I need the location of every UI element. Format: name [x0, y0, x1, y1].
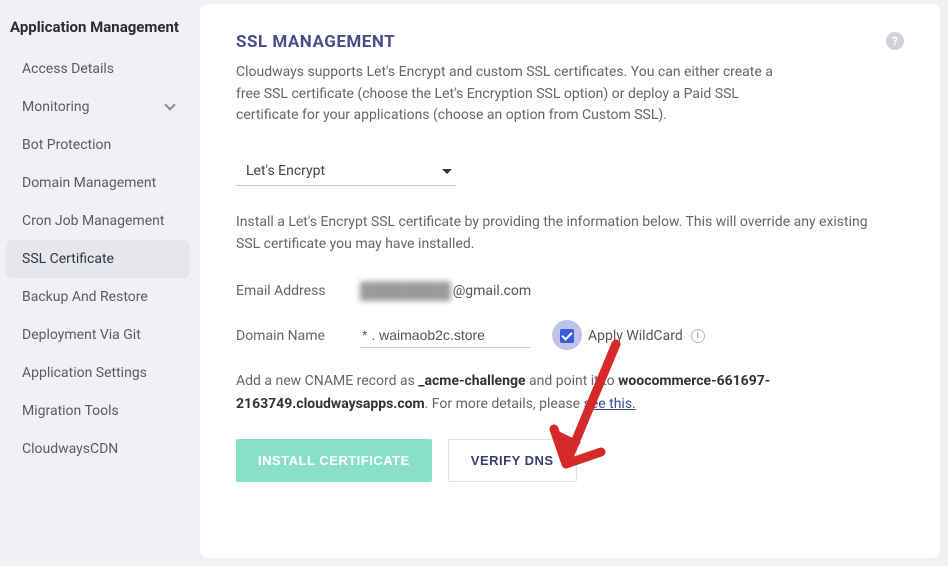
sidebar-item-label: Domain Management	[22, 175, 156, 191]
sidebar-item-application-settings[interactable]: Application Settings	[6, 354, 190, 392]
cname-record: _acme-challenge	[418, 373, 525, 389]
install-instructions: Install a Let's Encrypt SSL certificate …	[236, 212, 876, 255]
sidebar-item-cloudwayscdn[interactable]: CloudwaysCDN	[6, 430, 190, 468]
ssl-type-value: Let's Encrypt	[246, 163, 325, 179]
email-suffix: @gmail.com	[451, 283, 531, 299]
sidebar-item-ssl-certificate[interactable]: SSL Certificate	[6, 240, 190, 278]
sidebar-item-label: Migration Tools	[22, 403, 119, 419]
sidebar-item-label: Cron Job Management	[22, 213, 164, 229]
cname-instructions: Add a new CNAME record as _acme-challeng…	[236, 370, 876, 415]
wildcard-label: Apply WildCard	[588, 328, 683, 344]
sidebar-item-access-details[interactable]: Access Details	[6, 50, 190, 88]
sidebar-item-label: CloudwaysCDN	[22, 441, 118, 457]
sidebar-item-monitoring[interactable]: Monitoring	[6, 88, 190, 126]
sidebar-item-cron-job-management[interactable]: Cron Job Management	[6, 202, 190, 240]
email-label: Email Address	[236, 283, 360, 299]
install-certificate-button[interactable]: INSTALL CERTIFICATE	[236, 439, 432, 482]
sidebar-item-migration-tools[interactable]: Migration Tools	[6, 392, 190, 430]
sidebar-item-bot-protection[interactable]: Bot Protection	[6, 126, 190, 164]
cname-prefix: Add a new CNAME record as	[236, 373, 418, 389]
sidebar-title: Application Management	[0, 12, 196, 50]
cname-mid: and point it to	[526, 373, 619, 389]
sidebar-item-backup-and-restore[interactable]: Backup And Restore	[6, 278, 190, 316]
sidebar-item-label: Backup And Restore	[22, 289, 148, 305]
sidebar-item-deployment-via-git[interactable]: Deployment Via Git	[6, 316, 190, 354]
domain-label: Domain Name	[236, 328, 360, 344]
sidebar-item-domain-management[interactable]: Domain Management	[6, 164, 190, 202]
domain-input[interactable]	[360, 323, 530, 348]
sidebar-item-label: Monitoring	[22, 99, 90, 115]
info-icon[interactable]: i	[691, 329, 705, 343]
sidebar: Application Management Access Details Mon…	[0, 0, 196, 566]
button-row: INSTALL CERTIFICATE VERIFY DNS	[236, 439, 904, 482]
help-icon[interactable]: ?	[886, 32, 904, 50]
sidebar-item-label: Application Settings	[22, 365, 147, 381]
arrow-annotation-icon	[526, 334, 636, 514]
page-title: SSL MANAGEMENT	[236, 32, 904, 52]
sidebar-item-label: Bot Protection	[22, 137, 111, 153]
verify-dns-button[interactable]: VERIFY DNS	[448, 439, 577, 482]
wildcard-checkbox[interactable]	[560, 329, 574, 343]
email-masked-value: ████████	[360, 281, 451, 301]
chevron-down-icon	[164, 99, 175, 110]
domain-field-row: Domain Name Apply WildCard i	[236, 323, 904, 348]
wildcard-checkbox-wrap[interactable]: Apply WildCard i	[560, 328, 705, 344]
see-this-link[interactable]: see this.	[584, 396, 636, 412]
ssl-type-select[interactable]: Let's Encrypt	[236, 155, 456, 186]
cname-suffix: . For more details, please	[425, 396, 584, 412]
main-panel: ? SSL MANAGEMENT Cloudways supports Let'…	[200, 4, 940, 558]
caret-down-icon	[442, 169, 452, 174]
sidebar-item-label: Deployment Via Git	[22, 327, 141, 343]
sidebar-item-label: SSL Certificate	[22, 251, 114, 267]
page-description: Cloudways supports Let's Encrypt and cus…	[236, 62, 796, 127]
sidebar-item-label: Access Details	[22, 61, 114, 77]
email-field-row: Email Address ████████ @gmail.com	[236, 281, 904, 301]
